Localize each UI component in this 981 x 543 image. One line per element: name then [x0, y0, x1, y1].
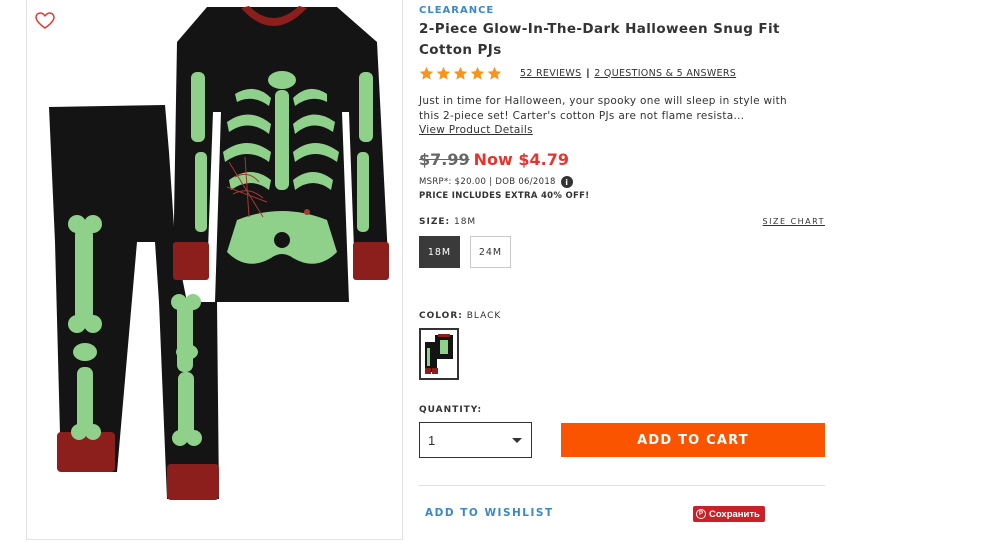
color-selected-value: BLACK — [466, 311, 502, 321]
pinterest-icon: P — [696, 509, 706, 519]
original-price: $7.99 — [419, 150, 470, 169]
quantity-label: QUANTITY: — [419, 405, 483, 415]
color-label-title: COLOR: — [419, 311, 463, 321]
price-row: $7.99 Now $4.79 — [419, 150, 569, 169]
promo-text: PRICE INCLUDES EXTRA 40% OFF! — [419, 191, 590, 201]
quantity-select[interactable]: 1 — [419, 422, 532, 458]
star-rating[interactable] — [419, 66, 502, 81]
add-to-cart-button[interactable]: ADD TO CART — [561, 423, 825, 457]
star-icon — [470, 66, 485, 80]
star-icon — [453, 66, 468, 80]
star-icon — [487, 66, 502, 80]
msrp-row: MSRP*: $20.00 | DOB 06/2018 i — [419, 176, 573, 188]
swatch-thumbnail — [425, 334, 453, 374]
rating-row: 52 REVIEWS | 2 QUESTIONS & 5 ANSWERS — [419, 65, 736, 81]
size-option-18m[interactable]: 18M — [419, 236, 460, 268]
product-image-panel — [26, 0, 403, 540]
size-options: 18M 24M — [419, 236, 511, 268]
msrp-text: MSRP*: $20.00 | DOB 06/2018 — [419, 177, 556, 187]
sale-price: Now $4.79 — [473, 150, 569, 169]
color-swatch-black[interactable] — [419, 328, 459, 380]
view-product-details-link[interactable]: View Product Details — [419, 124, 533, 136]
size-selected-value: 18M — [453, 217, 477, 227]
caret-down-icon — [512, 438, 522, 443]
color-label: COLOR: BLACK — [419, 311, 501, 321]
reviews-link[interactable]: 52 REVIEWS — [520, 68, 581, 79]
add-to-wishlist-link[interactable]: ADD TO WISHLIST — [425, 507, 554, 519]
size-label-title: SIZE: — [419, 217, 451, 227]
pinterest-save-label: Сохранить — [709, 508, 760, 520]
size-option-24m[interactable]: 24M — [470, 236, 511, 268]
product-title: 2-Piece Glow-In-The-Dark Halloween Snug … — [419, 21, 780, 58]
quantity-value: 1 — [428, 432, 436, 448]
rating-separator: | — [586, 67, 590, 79]
questions-answers-link[interactable]: 2 QUESTIONS & 5 ANSWERS — [594, 68, 736, 79]
info-icon[interactable]: i — [560, 176, 573, 188]
size-chart-link[interactable]: SIZE CHART — [763, 217, 825, 226]
clearance-badge: CLEARANCE — [419, 5, 495, 16]
divider — [419, 485, 825, 486]
star-icon — [436, 66, 451, 80]
shirt-illustration — [173, 6, 389, 302]
product-image[interactable] — [37, 2, 392, 507]
pinterest-save-button[interactable]: P Сохранить — [693, 506, 765, 522]
star-icon — [419, 66, 434, 80]
product-description: Just in time for Halloween, your spooky … — [419, 95, 788, 122]
size-label: SIZE: 18M — [419, 217, 476, 227]
